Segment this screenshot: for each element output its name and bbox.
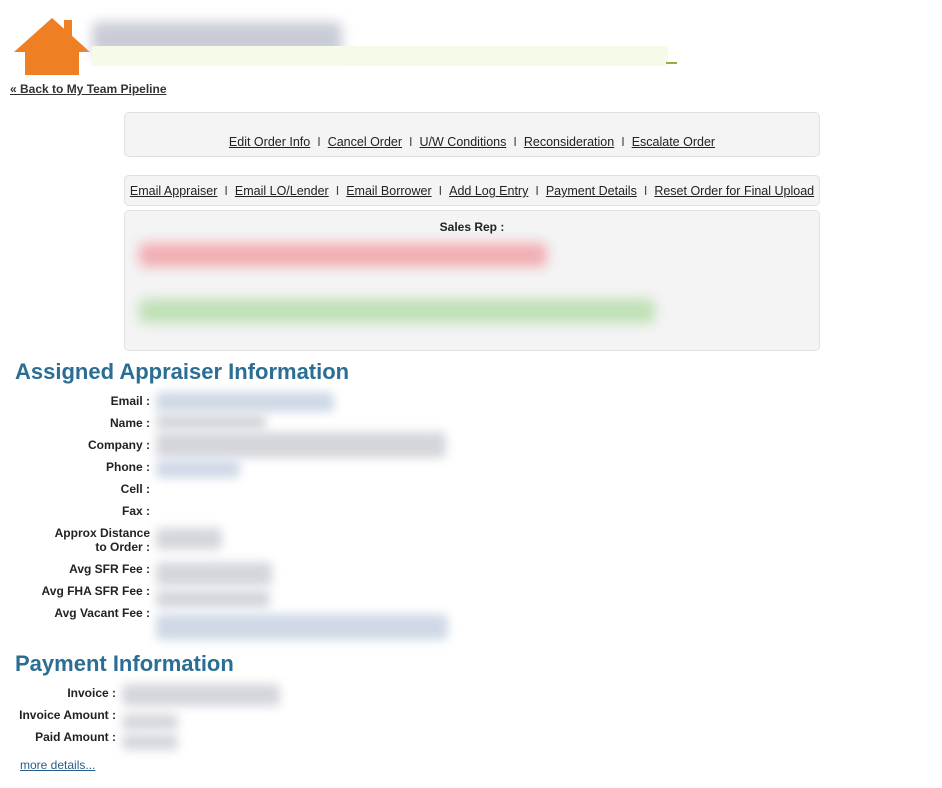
link-separator: I: [409, 135, 413, 149]
primary-actions-panel: Edit Order Info I Cancel Order I U/W Conditi…: [124, 112, 820, 157]
link-separator: I: [317, 135, 321, 149]
avg-fha-fee-value-redacted: [156, 590, 270, 608]
avg-sfr-fee-label: Avg SFR Fee :: [69, 562, 150, 576]
email-lo-lender-link[interactable]: Email LO/Lender: [235, 184, 329, 198]
paid-amount-value-redacted: [122, 734, 178, 750]
name-label: Name :: [109, 416, 150, 430]
distance-label-line2: to Order :: [95, 540, 150, 554]
link-separator: I: [621, 135, 625, 149]
email-appraiser-link[interactable]: Email Appraiser: [130, 184, 218, 198]
distance-label-line1: Approx Distance: [54, 526, 150, 540]
home-icon[interactable]: [12, 16, 92, 76]
avg-vacant-fee-label: Avg Vacant Fee :: [54, 606, 150, 620]
invoice-amount-value-redacted: [122, 714, 178, 730]
sales-rep-note-redacted: [139, 299, 655, 323]
paid-amount-label: Paid Amount :: [35, 730, 116, 744]
invoice-amount-label: Invoice Amount :: [19, 708, 116, 722]
cancel-order-link[interactable]: Cancel Order: [328, 135, 402, 149]
secondary-actions-panel: Email Appraiser I Email LO/Lender I Email Bo…: [124, 175, 820, 206]
link-separator: I: [335, 184, 340, 198]
payment-section-heading: Payment Information: [15, 651, 234, 676]
back-to-pipeline-link[interactable]: « Back to My Team Pipeline: [10, 82, 167, 96]
link-separator: I: [513, 135, 517, 149]
company-value-redacted: [156, 432, 446, 458]
primary-actions-row: Edit Order Info I Cancel Order I U/W Conditi…: [125, 135, 819, 149]
reconsideration-link[interactable]: Reconsideration: [524, 135, 614, 149]
cell-label: Cell :: [120, 482, 150, 496]
link-separator: I: [438, 184, 443, 198]
invoice-value-redacted: [122, 684, 280, 706]
link-separator: I: [224, 184, 228, 198]
email-borrower-link[interactable]: Email Borrower: [346, 184, 431, 198]
avg-vacant-fee-value-redacted: [156, 614, 448, 640]
payment-details-link[interactable]: Payment Details: [546, 184, 637, 198]
uw-conditions-link[interactable]: U/W Conditions: [420, 135, 507, 149]
reset-order-link[interactable]: Reset Order for Final Upload: [654, 184, 814, 198]
title-underline: [666, 62, 677, 64]
avg-sfr-fee-value-redacted: [156, 562, 272, 586]
email-label: Email :: [110, 394, 150, 408]
more-details-link[interactable]: more details...: [20, 758, 95, 772]
appraiser-section-heading: Assigned Appraiser Information: [15, 359, 350, 384]
link-separator: I: [643, 184, 648, 198]
phone-value-redacted: [156, 460, 240, 478]
sales-rep-alert-redacted: [139, 243, 547, 267]
edit-order-info-link[interactable]: Edit Order Info: [229, 135, 310, 149]
name-value-redacted: [156, 414, 266, 430]
distance-value-redacted: [156, 528, 222, 550]
sales-rep-panel: Sales Rep :: [124, 210, 820, 351]
email-value-redacted: [156, 392, 334, 412]
add-log-entry-link[interactable]: Add Log Entry: [449, 184, 528, 198]
company-label: Company :: [87, 438, 150, 452]
distance-label: Approx Distance to Order :: [0, 526, 150, 554]
invoice-label: Invoice :: [67, 686, 116, 700]
secondary-actions-row: Email Appraiser I Email LO/Lender I Email Bo…: [125, 184, 819, 198]
avg-fha-sfr-fee-label: Avg FHA SFR Fee :: [41, 584, 150, 598]
link-separator: I: [535, 184, 539, 198]
escalate-order-link[interactable]: Escalate Order: [632, 135, 715, 149]
title-highlight-bar: [92, 46, 668, 66]
fax-label: Fax :: [121, 504, 150, 518]
phone-label: Phone :: [106, 460, 150, 474]
sales-rep-label: Sales Rep :: [439, 220, 505, 234]
